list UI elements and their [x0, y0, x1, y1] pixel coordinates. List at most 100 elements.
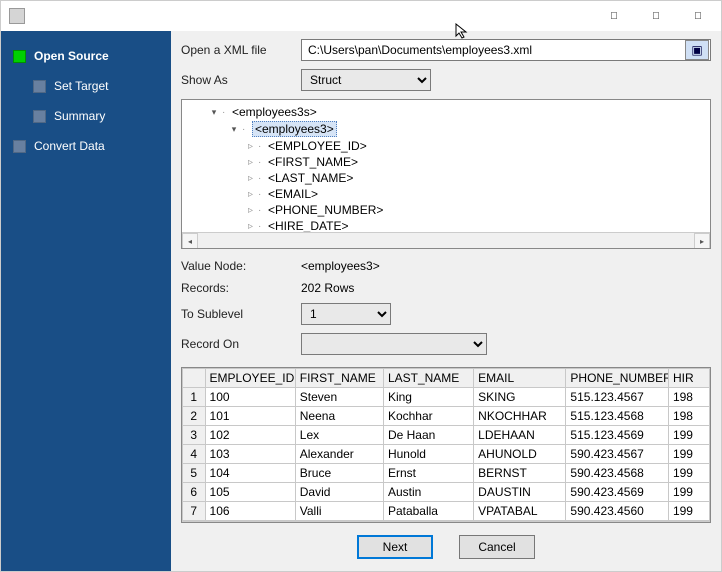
- xml-tree[interactable]: ▾·<employees3s> ▾·<employees3> ▹·<EMPLOY…: [181, 99, 711, 249]
- cancel-button[interactable]: Cancel: [459, 535, 535, 559]
- sidebar-item-label: Set Target: [54, 79, 108, 93]
- cell-hire-date: 199: [668, 464, 709, 483]
- cell-first-name: Neena: [295, 407, 383, 426]
- table-row[interactable]: 3102LexDe HaanLDEHAAN515.123.4569199: [183, 426, 710, 445]
- browse-button[interactable]: ▣: [685, 40, 709, 60]
- sidebar-item-set-target[interactable]: Set Target: [9, 73, 167, 99]
- sidebar-item-open-source[interactable]: Open Source: [9, 43, 167, 69]
- table-row[interactable]: 2101NeenaKochharNKOCHHAR515.123.4568198: [183, 407, 710, 426]
- tree-leaf[interactable]: <HIRE_DATE>: [268, 219, 348, 233]
- to-sublevel-label: To Sublevel: [181, 307, 301, 321]
- tree-leaf[interactable]: <LAST_NAME>: [268, 171, 353, 185]
- close-button[interactable]: : [677, 2, 719, 30]
- row-header: 1: [183, 388, 206, 407]
- cell-employee-id: 104: [205, 464, 295, 483]
- tree-bullet-icon: ▹: [248, 221, 258, 232]
- collapse-icon[interactable]: ▾: [208, 107, 220, 118]
- sidebar-item-label: Summary: [54, 109, 105, 123]
- cell-email: SKING: [474, 388, 566, 407]
- cell-first-name: Steven: [295, 388, 383, 407]
- cell-first-name: Lex: [295, 426, 383, 445]
- tree-hscrollbar[interactable]: ◂▸: [182, 232, 710, 248]
- cell-email: BERNST: [474, 464, 566, 483]
- step-idle-icon: [13, 140, 26, 153]
- cell-last-name: De Haan: [383, 426, 473, 445]
- value-node-label: Value Node:: [181, 259, 301, 273]
- table-row[interactable]: 1100StevenKingSKING515.123.4567198: [183, 388, 710, 407]
- grid-hscrollbar[interactable]: ◂ ▸: [182, 521, 710, 523]
- tree-bullet-icon: ▹: [248, 189, 258, 200]
- cell-email: NKOCHHAR: [474, 407, 566, 426]
- cell-phone: 590.423.4568: [566, 464, 669, 483]
- records-label: Records:: [181, 281, 301, 295]
- cell-last-name: Pataballa: [383, 502, 473, 521]
- step-idle-icon: [33, 80, 46, 93]
- table-row[interactable]: 6105DavidAustinDAUSTIN590.423.4569199: [183, 483, 710, 502]
- cell-email: DAUSTIN: [474, 483, 566, 502]
- scroll-thumb[interactable]: [198, 522, 258, 523]
- cell-phone: 515.123.4567: [566, 388, 669, 407]
- col-email[interactable]: EMAIL: [474, 369, 566, 388]
- cell-phone: 515.123.4569: [566, 426, 669, 445]
- cell-employee-id: 101: [205, 407, 295, 426]
- cell-last-name: Ernst: [383, 464, 473, 483]
- tree-bullet-icon: ▹: [248, 141, 258, 152]
- title-bar:   : [1, 1, 721, 31]
- tree-node-selected[interactable]: <employees3>: [252, 121, 337, 137]
- col-last-name[interactable]: LAST_NAME: [383, 369, 473, 388]
- scroll-right-icon[interactable]: ▸: [694, 522, 710, 523]
- tree-bullet-icon: ▹: [248, 173, 258, 184]
- tree-bullet-icon: ▹: [248, 157, 258, 168]
- row-header: 6: [183, 483, 206, 502]
- record-on-select[interactable]: [301, 333, 487, 355]
- scroll-right-icon[interactable]: ▸: [694, 233, 710, 249]
- tree-leaf[interactable]: <PHONE_NUMBER>: [268, 203, 383, 217]
- sidebar-item-convert-data[interactable]: Convert Data: [9, 133, 167, 159]
- col-phone-number[interactable]: PHONE_NUMBER: [566, 369, 669, 388]
- main-panel: Open a XML file ▣ Show As Struct ▾·<empl…: [171, 31, 721, 571]
- cell-hire-date: 198: [668, 388, 709, 407]
- sidebar-item-label: Open Source: [34, 49, 109, 63]
- cell-last-name: King: [383, 388, 473, 407]
- maximize-button[interactable]: : [635, 2, 677, 30]
- scroll-left-icon[interactable]: ◂: [182, 233, 198, 249]
- cell-hire-date: 199: [668, 483, 709, 502]
- folder-icon: ▣: [691, 43, 702, 57]
- table-row[interactable]: 5104BruceErnstBERNST590.423.4568199: [183, 464, 710, 483]
- sidebar-item-summary[interactable]: Summary: [9, 103, 167, 129]
- wizard-sidebar: Open Source Set Target Summary Convert D…: [1, 31, 171, 571]
- cell-first-name: David: [295, 483, 383, 502]
- cell-phone: 590.423.4569: [566, 483, 669, 502]
- scroll-left-icon[interactable]: ◂: [182, 522, 198, 523]
- col-first-name[interactable]: FIRST_NAME: [295, 369, 383, 388]
- cell-hire-date: 198: [668, 407, 709, 426]
- tree-leaf[interactable]: <FIRST_NAME>: [268, 155, 358, 169]
- next-button[interactable]: Next: [357, 535, 433, 559]
- row-header: 4: [183, 445, 206, 464]
- show-as-select[interactable]: Struct: [301, 69, 431, 91]
- cell-last-name: Hunold: [383, 445, 473, 464]
- cell-phone: 590.423.4567: [566, 445, 669, 464]
- tree-leaf[interactable]: <EMAIL>: [268, 187, 318, 201]
- tree-node[interactable]: <employees3s>: [232, 105, 317, 119]
- cell-employee-id: 102: [205, 426, 295, 445]
- data-grid[interactable]: EMPLOYEE_ID FIRST_NAME LAST_NAME EMAIL P…: [181, 367, 711, 523]
- file-path-input[interactable]: [302, 41, 684, 59]
- minimize-button[interactable]: : [593, 2, 635, 30]
- cell-employee-id: 103: [205, 445, 295, 464]
- col-employee-id[interactable]: EMPLOYEE_ID: [205, 369, 295, 388]
- table-row[interactable]: 4103AlexanderHunoldAHUNOLD590.423.456719…: [183, 445, 710, 464]
- cell-last-name: Austin: [383, 483, 473, 502]
- cell-first-name: Alexander: [295, 445, 383, 464]
- step-active-icon: [13, 50, 26, 63]
- col-hire-date[interactable]: HIR: [668, 369, 709, 388]
- to-sublevel-select[interactable]: 1: [301, 303, 391, 325]
- table-row[interactable]: 7106ValliPataballaVPATABAL590.423.456019…: [183, 502, 710, 521]
- collapse-icon[interactable]: ▾: [228, 124, 240, 135]
- tree-leaf[interactable]: <EMPLOYEE_ID>: [268, 139, 367, 153]
- row-header: 3: [183, 426, 206, 445]
- show-as-label: Show As: [181, 73, 301, 87]
- row-header: 2: [183, 407, 206, 426]
- value-node-value: <employees3>: [301, 259, 380, 273]
- tree-bullet-icon: ▹: [248, 205, 258, 216]
